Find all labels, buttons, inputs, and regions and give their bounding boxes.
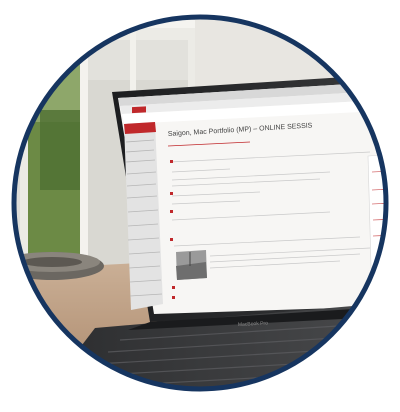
laptop-screen: Saigon, Mac Portfolio (MP) – ONLINE SESS… xyxy=(118,81,386,314)
site-logo xyxy=(132,106,146,114)
sidebar-active-item xyxy=(124,122,156,134)
photo-frame: Saigon, Mac Portfolio (MP) – ONLINE SESS… xyxy=(0,0,400,407)
laptop-photo: Saigon, Mac Portfolio (MP) – ONLINE SESS… xyxy=(0,0,400,407)
